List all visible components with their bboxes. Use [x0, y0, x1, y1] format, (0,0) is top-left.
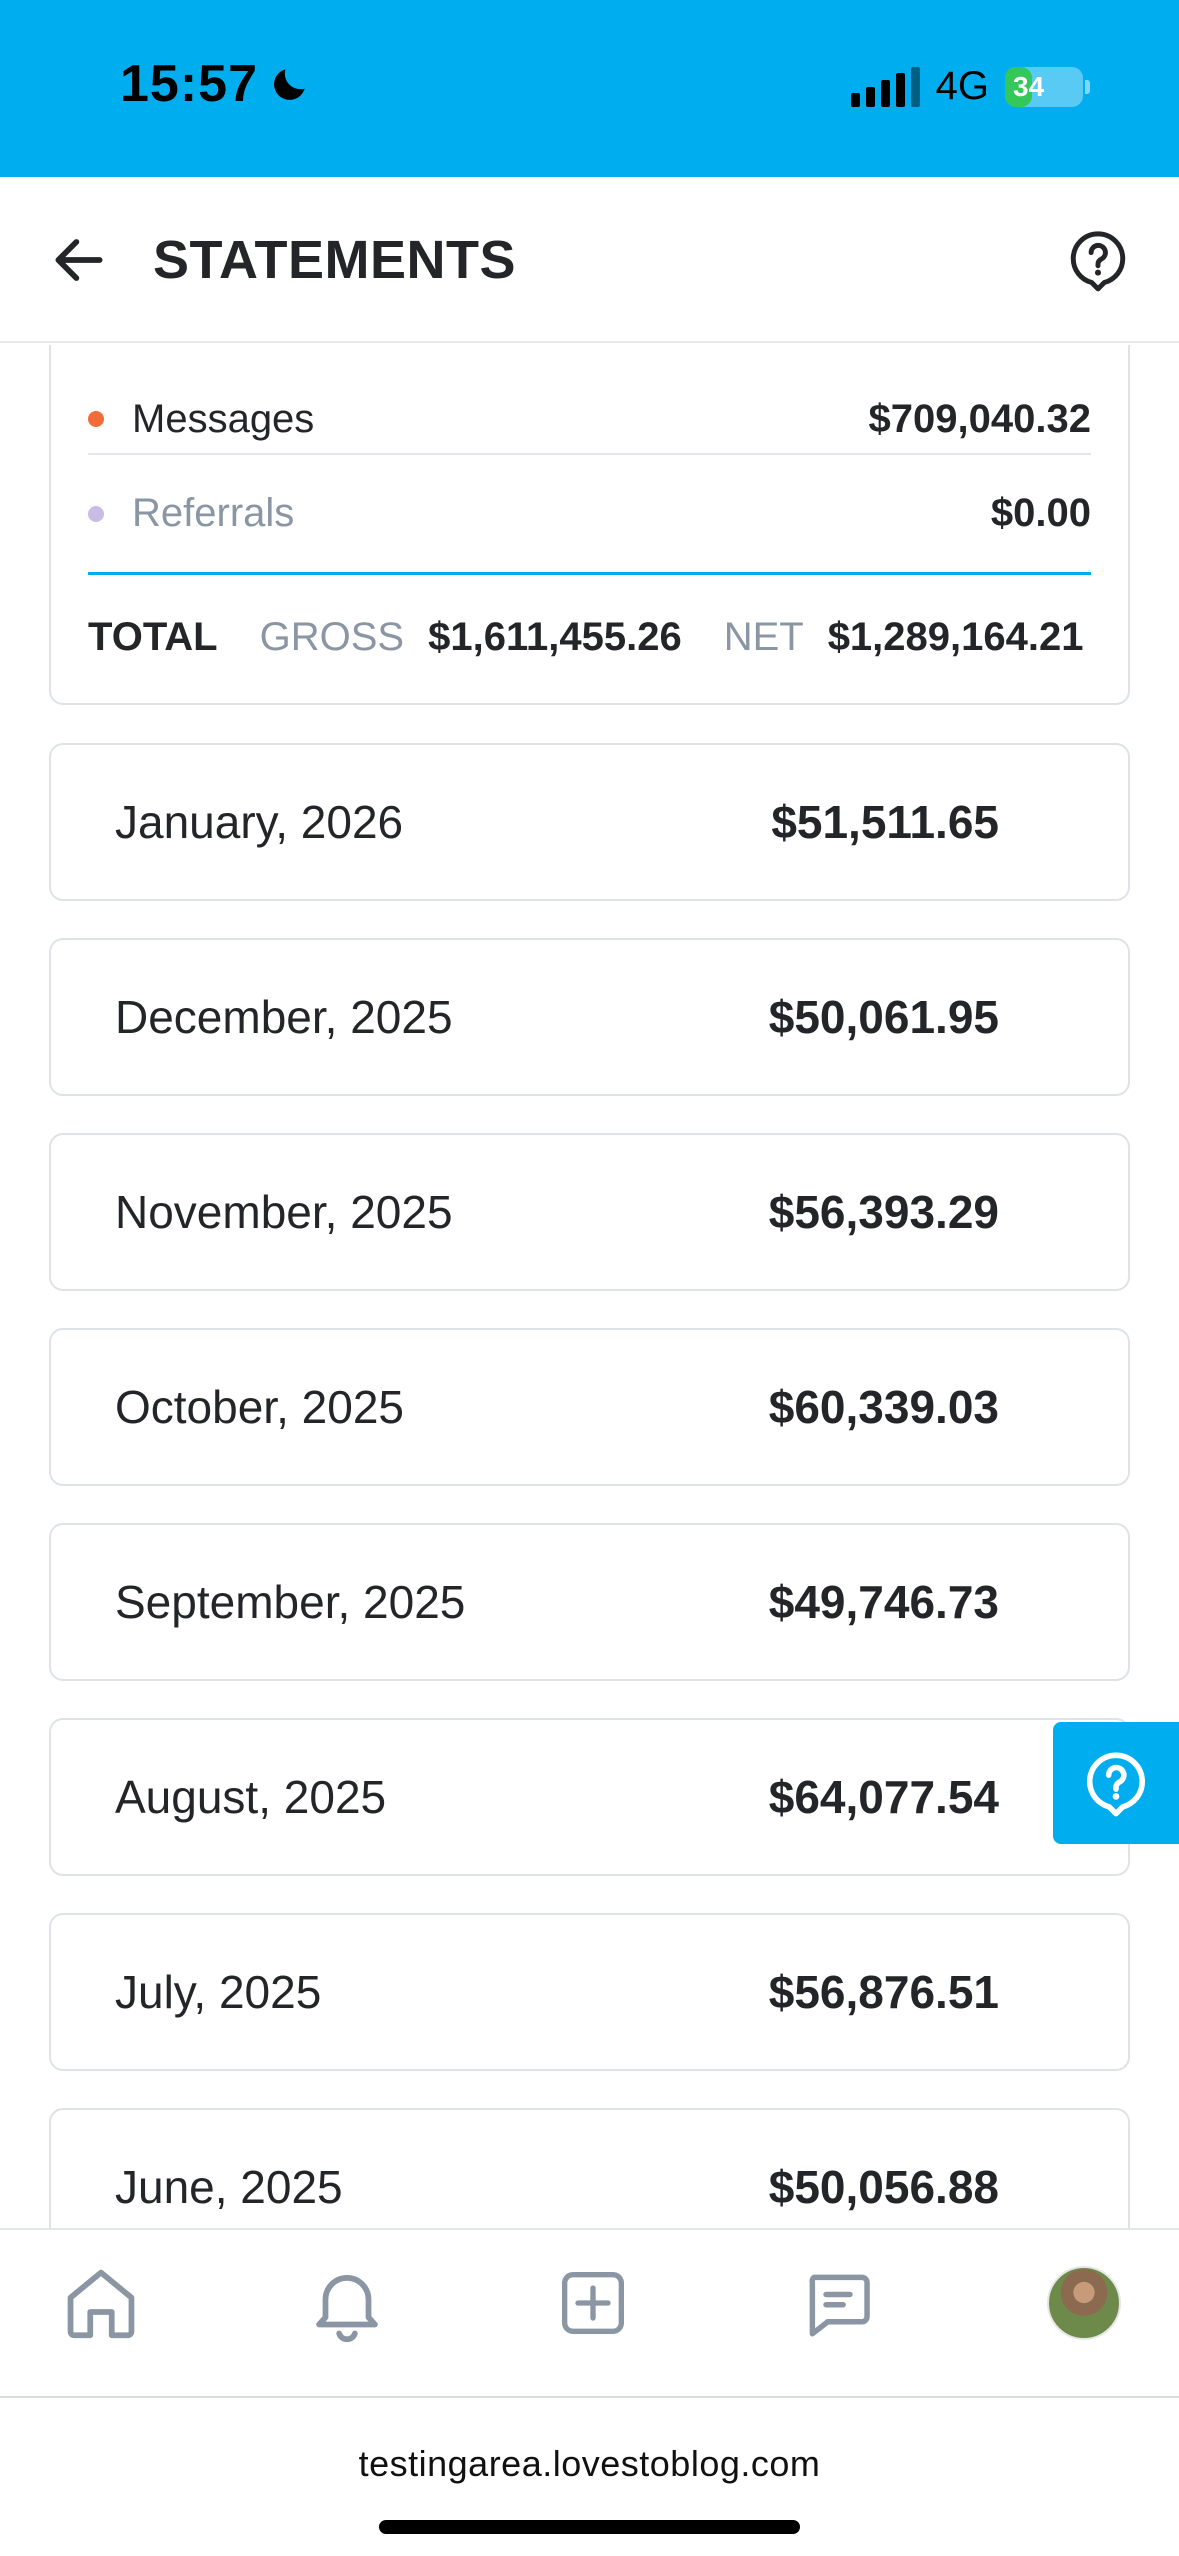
avatar [1047, 2266, 1121, 2340]
bell-icon [315, 2275, 378, 2343]
status-indicators: 4G 34 [850, 64, 1090, 109]
statement-month-card[interactable]: November, 2025 $56,393.29 [49, 1133, 1130, 1291]
messages-icon [809, 2274, 871, 2337]
network-label: 4G [935, 64, 989, 108]
summary-card: Messages $709,040.32 Referrals $0.00 TOT… [49, 345, 1130, 705]
statement-month-card[interactable]: December, 2025 $50,061.95 [49, 938, 1130, 1096]
referrals-dot [88, 505, 104, 522]
nav-add-post[interactable] [548, 2258, 638, 2348]
net-value: $1,289,164.21 [827, 614, 1084, 659]
statements-list[interactable]: Messages $709,040.32 Referrals $0.00 TOT… [0, 345, 1179, 2228]
url-text[interactable]: testingarea.lovestoblog.com [0, 2443, 1179, 2485]
referrals-label: Referrals [132, 491, 295, 535]
month-name: September, 2025 [115, 1576, 466, 1628]
month-name: January, 2026 [115, 796, 404, 848]
statement-month-card[interactable]: August, 2025 $64,077.54 [49, 1718, 1130, 1876]
month-amount: $64,077.54 [768, 1771, 999, 1823]
total-row: TOTAL GROSS $1,611,455.26 NET $1,289,164… [88, 575, 1091, 699]
status-bar: 15:57 4G 34 [0, 0, 1179, 177]
messages-dot [88, 411, 104, 427]
month-amount: $56,393.29 [768, 1186, 999, 1238]
browser-address-bar: testingarea.lovestoblog.com [0, 2398, 1179, 2556]
month-name: June, 2025 [115, 2161, 343, 2213]
status-time: 15:57 [120, 54, 312, 114]
moon-icon [274, 69, 305, 100]
month-name: October, 2025 [115, 1381, 404, 1433]
bottom-nav [0, 2228, 1179, 2398]
statement-month-card[interactable]: July, 2025 $56,876.51 [49, 1913, 1130, 2071]
month-name: December, 2025 [115, 991, 453, 1043]
total-label: TOTAL [88, 614, 218, 659]
page-title: STATEMENTS [153, 230, 516, 290]
battery-tip [1085, 79, 1090, 94]
messages-amount: $709,040.32 [868, 396, 1091, 441]
floating-help-button[interactable] [1053, 1722, 1179, 1844]
page-header: STATEMENTS [0, 177, 1179, 343]
month-amount: $50,061.95 [768, 991, 999, 1043]
messages-label: Messages [132, 396, 315, 441]
statement-month-card[interactable]: September, 2025 $49,746.73 [49, 1523, 1130, 1681]
net-label: NET [723, 614, 804, 659]
back-arrow-icon[interactable] [48, 229, 110, 291]
month-name: November, 2025 [115, 1186, 453, 1238]
referrals-amount: $0.00 [990, 491, 1091, 535]
nav-home[interactable] [56, 2258, 146, 2348]
help-bubble-icon [1086, 1752, 1146, 1817]
month-name: August, 2025 [115, 1771, 387, 1823]
help-icon[interactable] [1065, 227, 1131, 293]
nav-profile[interactable] [1039, 2258, 1129, 2348]
home-icon [67, 2269, 135, 2339]
home-indicator[interactable] [379, 2520, 800, 2534]
summary-row-messages: Messages $709,040.32 [88, 385, 1091, 455]
nav-messages[interactable] [793, 2258, 883, 2348]
month-amount: $51,511.65 [771, 796, 999, 848]
summary-row-referrals: Referrals $0.00 [88, 455, 1091, 575]
month-amount: $49,746.73 [768, 1576, 999, 1628]
nav-notifications[interactable] [302, 2258, 392, 2348]
month-name: July, 2025 [115, 1966, 322, 2018]
gross-value: $1,611,455.26 [428, 614, 682, 659]
time-text: 15:57 [120, 55, 258, 113]
add-post-icon [561, 2272, 624, 2334]
signal-icon [850, 66, 920, 107]
statement-month-card[interactable]: January, 2026 $51,511.65 [49, 743, 1130, 901]
statement-month-card[interactable]: June, 2025 $50,056.88 [49, 2108, 1130, 2228]
statement-month-card[interactable]: October, 2025 $60,339.03 [49, 1328, 1130, 1486]
month-amount: $56,876.51 [768, 1966, 999, 2018]
month-amount: $60,339.03 [768, 1381, 999, 1433]
month-amount: $50,056.88 [768, 2161, 999, 2213]
battery-icon: 34 [1005, 66, 1090, 107]
gross-label: GROSS [259, 614, 405, 659]
battery-text: 34 [1013, 70, 1045, 102]
